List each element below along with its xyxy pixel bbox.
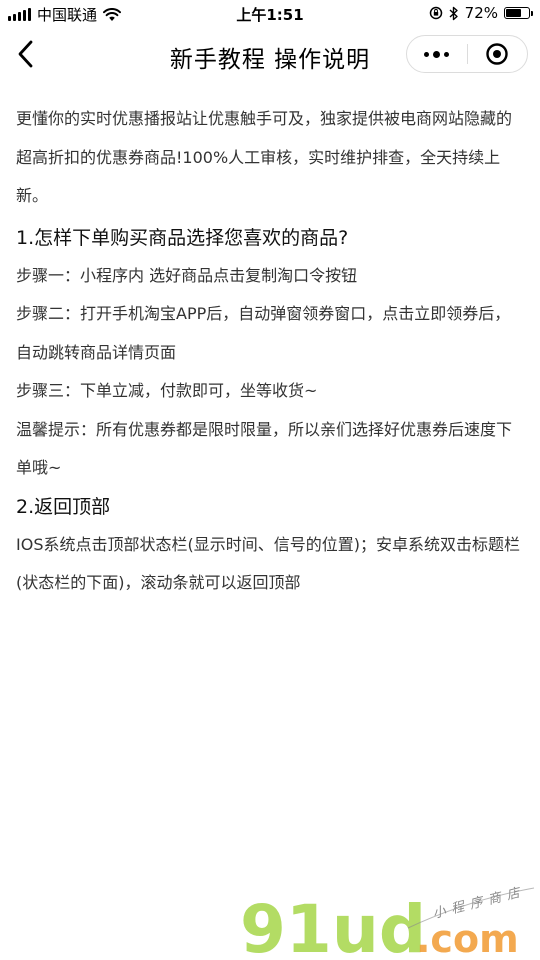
tip-text: 温馨提示：所有优惠券都是限时限量，所以亲们选择好优惠券后速度下单哦~: [16, 419, 513, 478]
close-mini-program-button[interactable]: [468, 36, 528, 72]
intro-paragraph: 更懂你的实时优惠播报站让优惠触手可及，独家提供被电商网站隐藏的超高折扣的优惠券商…: [16, 109, 513, 205]
watermark-domain-text: .com: [416, 917, 519, 960]
section-1-title: 1.怎样下单购买商品选择您喜欢的商品?: [16, 226, 349, 249]
mini-program-capsule: [406, 35, 528, 73]
section-2-body: IOS系统点击顶部状态栏(显示时间、信号的位置)；安卓系统双击标题栏(状态栏的下…: [16, 534, 520, 593]
article-content: 更懂你的实时优惠播报站让优惠触手可及，独家提供被电商网站隐藏的超高折扣的优惠券商…: [16, 100, 526, 603]
orientation-lock-icon: [429, 6, 442, 20]
step-1-text: 步骤一：小程序内 选好商品点击复制淘口令按钮: [16, 265, 358, 285]
battery-fill: [506, 9, 521, 17]
step-2-text: 步骤二：打开手机淘宝APP后，自动弹窗领券窗口，点击立即领券后，自动跳转商品详情…: [16, 304, 511, 362]
battery-percent: 72%: [464, 4, 498, 22]
nav-bar: 新手教程 操作说明: [0, 28, 540, 80]
watermark-logo-text: 91ud: [240, 891, 426, 960]
site-watermark: 91ud .com 小程序商店: [238, 880, 538, 960]
bluetooth-icon: [449, 6, 458, 20]
battery-icon: [504, 7, 533, 19]
step-3-text: 步骤三：下单立减，付款即可，坐等收货~: [16, 381, 318, 400]
status-right: 72%: [429, 4, 533, 22]
target-circle-icon: [486, 43, 508, 65]
section-2-title: 2.返回顶部: [16, 495, 111, 518]
more-dots-icon: [424, 50, 450, 58]
screen: 中国联通 上午1:51 72% 新手教程 操作说明 更懂你的实时优惠播报站让优惠…: [0, 0, 540, 960]
watermark-logo: 91ud .com 小程序商店: [240, 884, 535, 960]
more-button[interactable]: [407, 36, 467, 72]
status-bar: 中国联通 上午1:51 72%: [0, 0, 540, 28]
